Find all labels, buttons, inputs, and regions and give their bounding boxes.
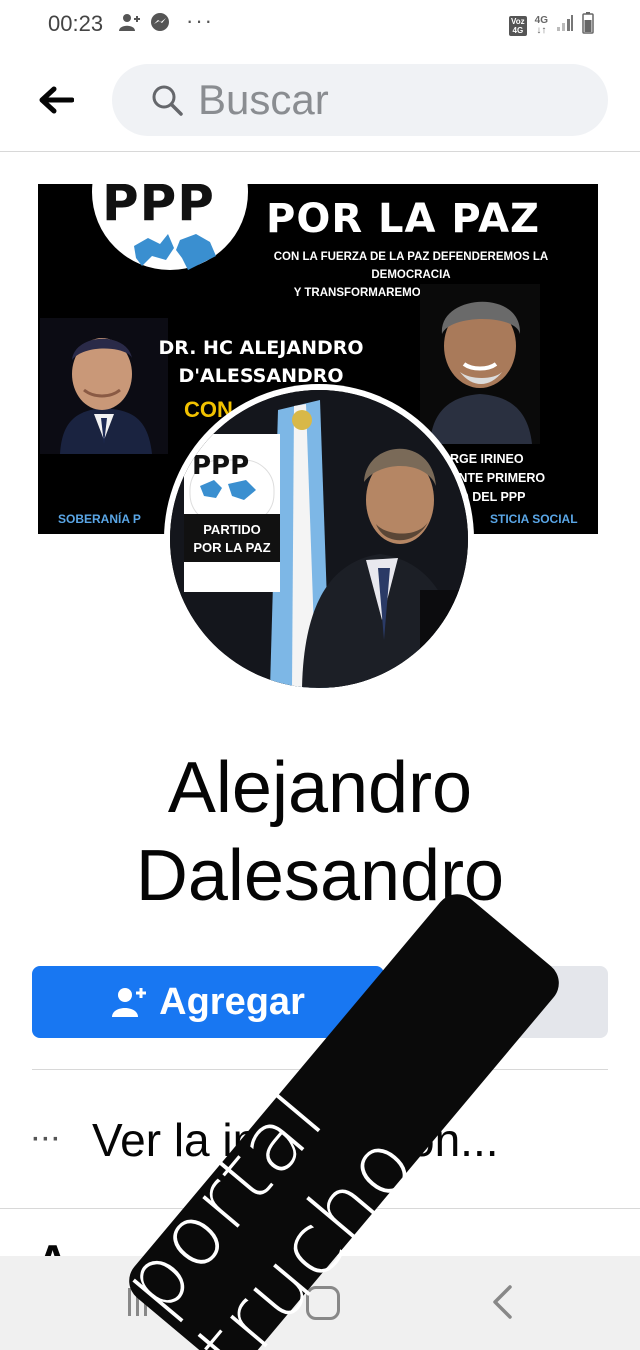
search-bar[interactable] (112, 64, 608, 136)
profile-logo-ppp: PPP (192, 451, 249, 481)
malvinas-map-icon (134, 234, 216, 270)
signal-icon (556, 14, 574, 37)
status-bar: 00:23 ··· Voz 4G 4G ↓↑ (0, 0, 640, 50)
profile-logo-line2: POR LA PAZ (193, 540, 270, 555)
add-friend-label: Agregar (159, 980, 305, 1023)
more-notifications-icon: ··· (186, 8, 214, 33)
party-logo-text: PPP (102, 184, 215, 232)
search-icon (150, 83, 184, 117)
profile-logo-line1: PARTIDO (203, 522, 261, 537)
profile-picture-image: PPP PARTIDO POR LA PAZ (170, 390, 468, 688)
cover-person-right (420, 284, 540, 444)
cover-bottom-left-text: SOBERANÍA P (58, 512, 141, 526)
cover-title: POR LA PAZ (266, 196, 541, 242)
add-friend-icon (112, 988, 147, 1017)
chevron-left-icon (493, 1285, 512, 1319)
network-type: 4G ↓↑ (534, 14, 548, 36)
profile-name: Alejandro Dalesandro (135, 748, 505, 916)
system-icons: Voz 4G 4G ↓↑ (509, 12, 594, 39)
volte-icon: Voz 4G (509, 15, 527, 36)
cover-bottom-right-text: STICIA SOCIAL (490, 512, 578, 526)
status-time: 00:23 (48, 11, 104, 36)
profile-photo-graphic: PPP PARTIDO POR LA PAZ (170, 390, 468, 688)
cover-person-left (40, 318, 168, 454)
system-back-button[interactable] (490, 1284, 514, 1325)
cover-candidate-name: DR. HC ALEJANDRO D'ALESSANDRO (158, 337, 364, 387)
messenger-icon (150, 12, 170, 37)
back-button[interactable] (32, 76, 80, 124)
friend-request-icon (118, 12, 142, 37)
notification-icons (118, 12, 170, 37)
more-dots-icon: ··· (32, 1126, 62, 1153)
profile-page: 00:23 ··· Voz 4G 4G ↓↑ Buscar PPP POR LA… (0, 0, 640, 1350)
profile-picture[interactable]: PPP PARTIDO POR LA PAZ (164, 384, 474, 694)
search-input[interactable] (198, 76, 578, 124)
top-bar (0, 56, 640, 152)
arrow-left-icon (39, 86, 74, 114)
battery-icon (582, 12, 594, 39)
